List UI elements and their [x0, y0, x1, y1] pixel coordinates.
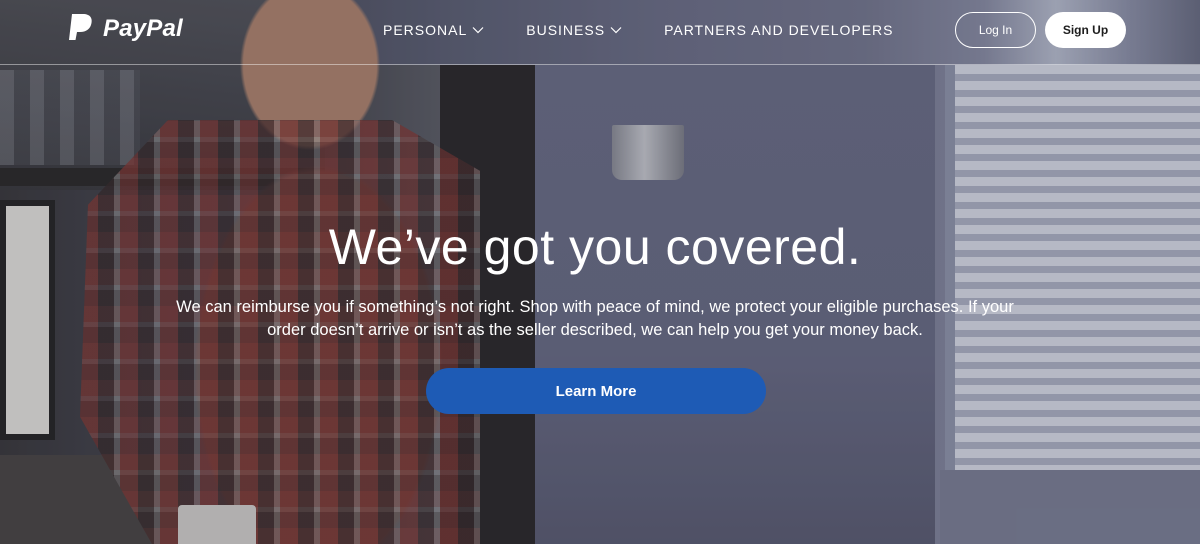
logo-wordmark: PayPal: [103, 15, 183, 42]
site-header: PayPal PERSONAL BUSINESS PARTNERS AND DE…: [0, 0, 1200, 65]
nav-item-label: PARTNERS AND DEVELOPERS: [664, 22, 894, 38]
chevron-down-icon: [472, 27, 484, 34]
paypal-logo[interactable]: PayPal: [66, 13, 183, 45]
signup-button[interactable]: Sign Up: [1045, 12, 1126, 48]
nav-item-label: BUSINESS: [526, 22, 606, 38]
hero-subtext: We can reimburse you if something’s not …: [176, 298, 1014, 339]
nav-item-label: PERSONAL: [383, 22, 468, 38]
hero-headline: We’ve got you covered.: [328, 219, 862, 275]
nav-item-partners-and-developers[interactable]: PARTNERS AND DEVELOPERS: [664, 22, 893, 38]
chevron-down-icon: [610, 27, 622, 34]
background-mug: [178, 505, 256, 544]
nav-item-business[interactable]: BUSINESS: [526, 22, 622, 38]
main-nav: PERSONAL BUSINESS PARTNERS AND DEVELOPER…: [383, 22, 936, 38]
background-window-sill: [940, 470, 1200, 544]
learn-more-button[interactable]: Learn More: [426, 368, 766, 414]
background-planter: [612, 125, 684, 180]
background-glasses: [0, 70, 140, 165]
hero-section: PayPal PERSONAL BUSINESS PARTNERS AND DE…: [0, 0, 1200, 544]
background-shelf-edge: [0, 168, 330, 186]
nav-item-personal[interactable]: PERSONAL: [383, 22, 484, 38]
background-counter: [0, 455, 180, 544]
login-button[interactable]: Log In: [955, 12, 1036, 48]
paypal-p-icon: [69, 14, 92, 40]
